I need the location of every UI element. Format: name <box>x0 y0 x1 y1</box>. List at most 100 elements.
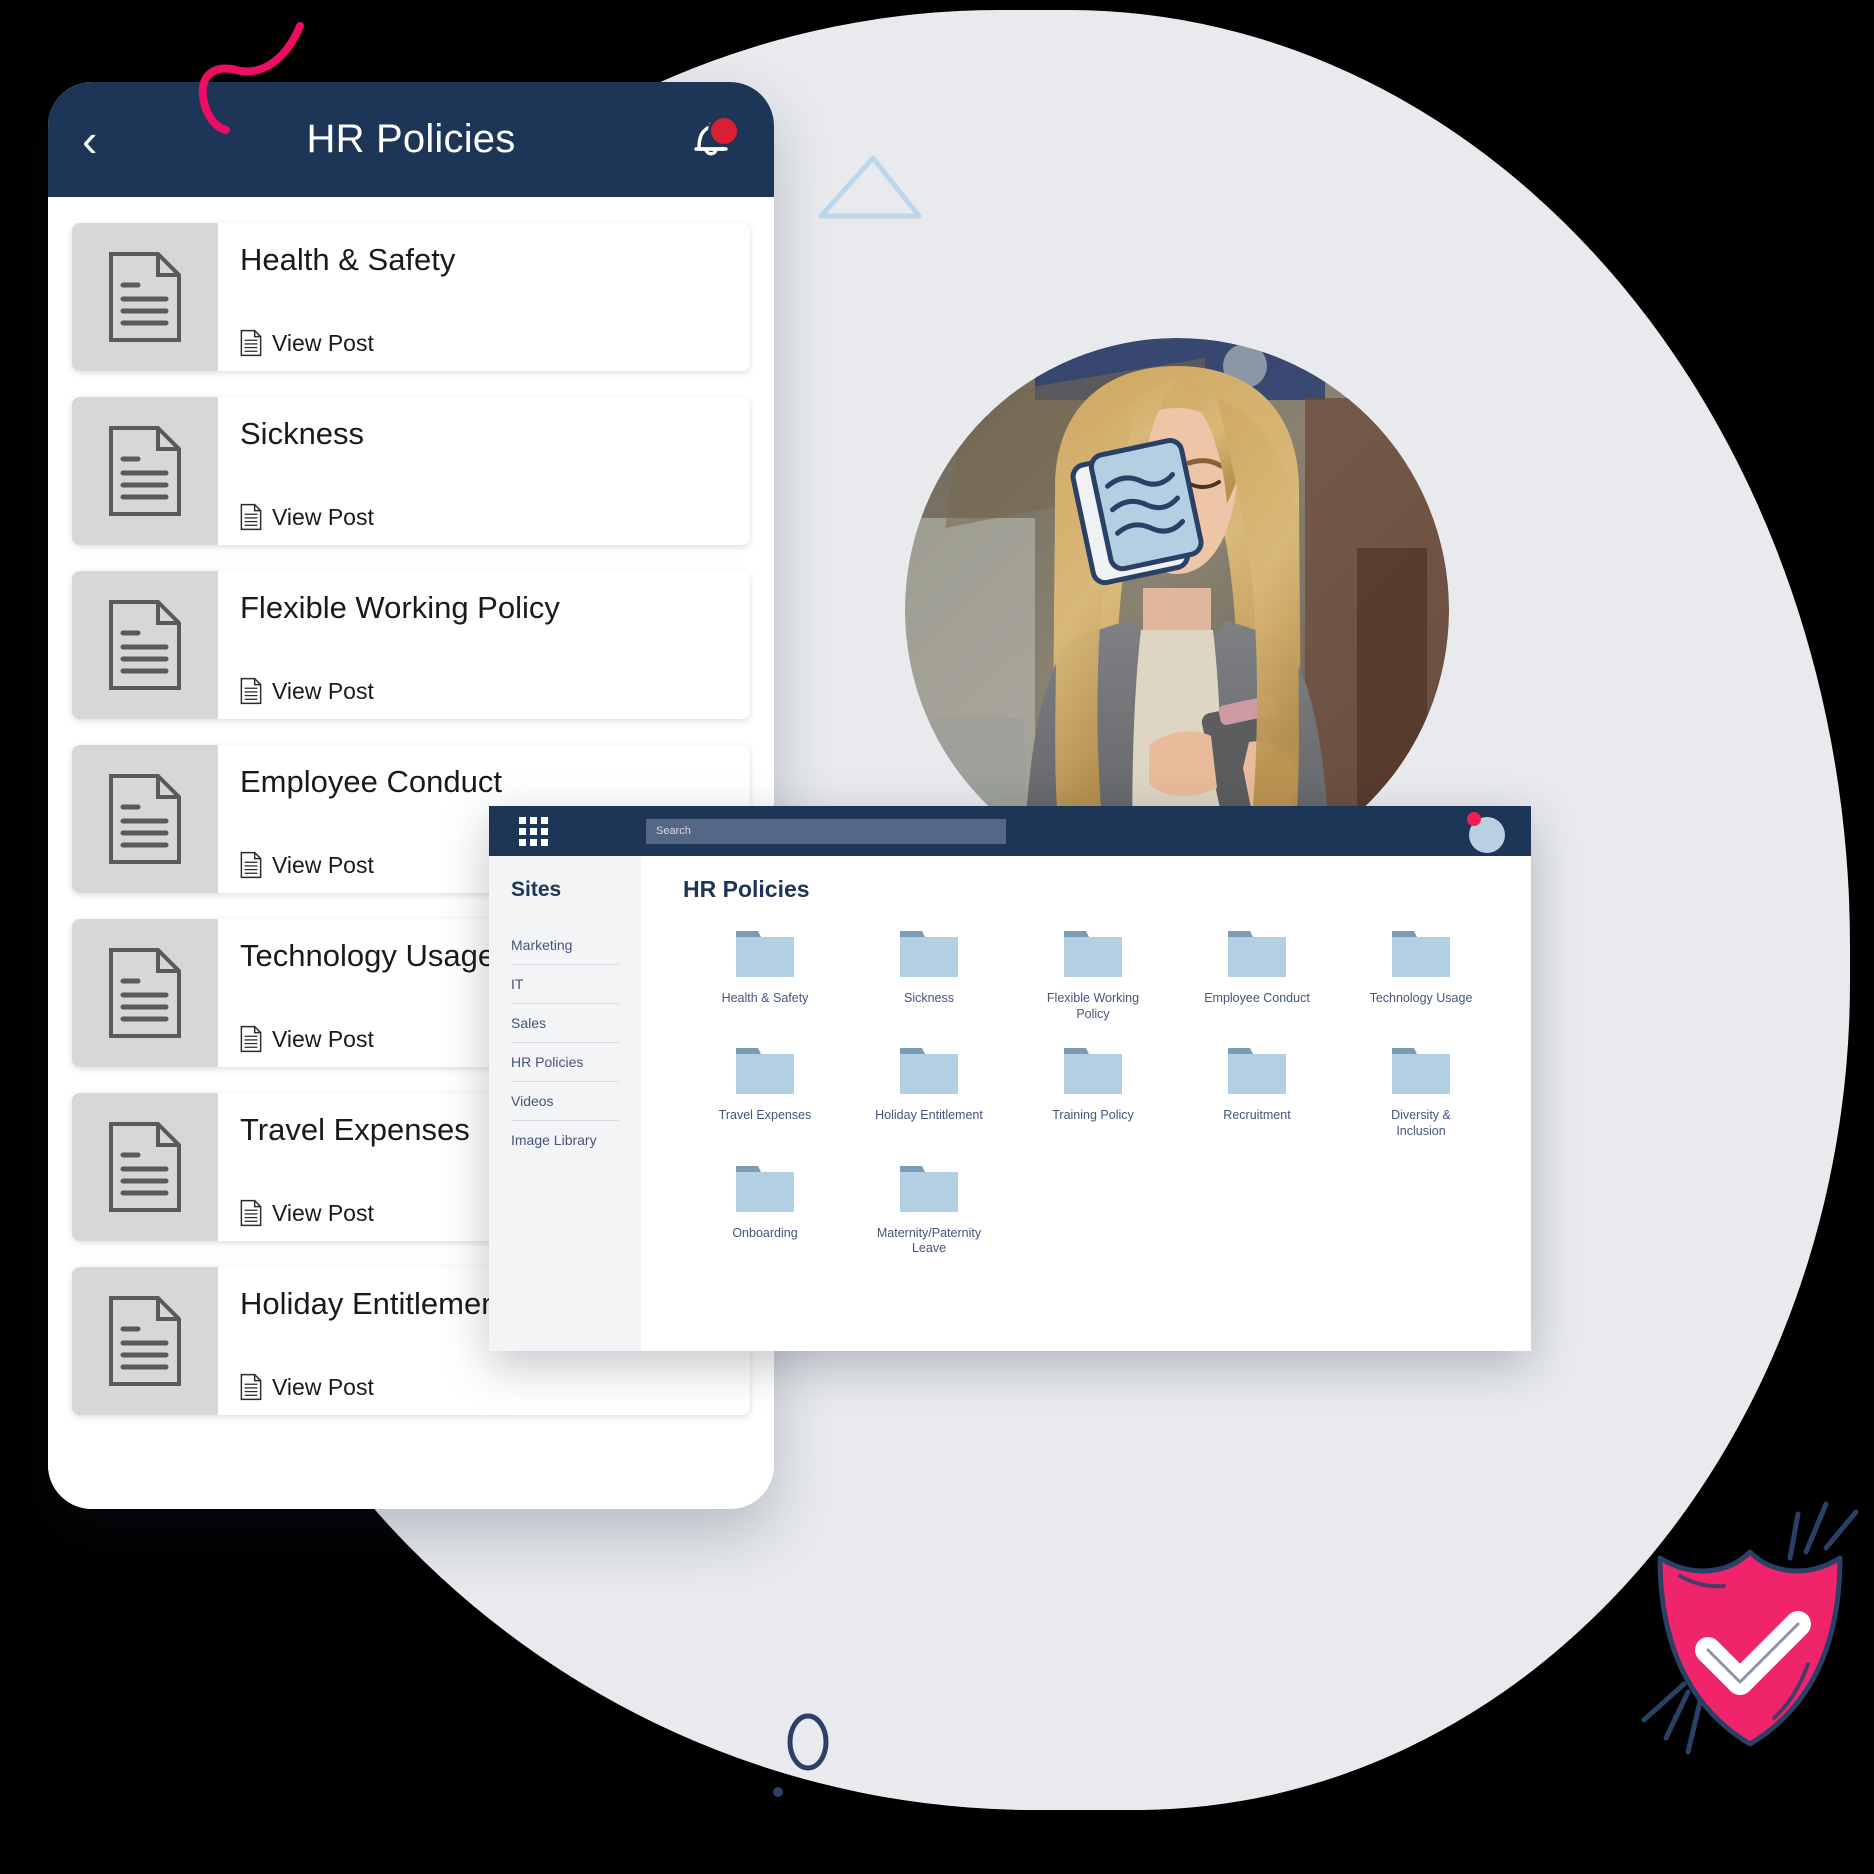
view-post-label: View Post <box>272 1025 374 1052</box>
policy-card[interactable]: Sickness View Post <box>72 397 750 545</box>
folder-label: Flexible Working Policy <box>1046 991 1140 1021</box>
folder-label: Technology Usage <box>1369 991 1473 1005</box>
chevron-left-icon[interactable]: ‹ <box>82 117 128 163</box>
folder-grid: Health & Safety Sickness Flexible Workin… <box>683 927 1503 1257</box>
tilted-document-icon <box>1070 438 1204 586</box>
policy-title: Flexible Working Policy <box>240 590 560 625</box>
sidebar-item-hr-policies[interactable]: HR Policies <box>511 1043 619 1082</box>
folder-icon <box>1392 931 1450 977</box>
policy-thumbnail <box>72 1093 218 1241</box>
folder-label: Maternity/Paternity Leave <box>876 1225 982 1256</box>
folder-label: Travel Expenses <box>718 1108 812 1123</box>
view-post-document-icon <box>240 1373 262 1401</box>
policy-card-body: Sickness View Post <box>218 397 750 545</box>
view-post-document-icon <box>240 1199 262 1227</box>
view-post-document-icon <box>240 503 262 531</box>
folder-label: Diversity & Inclusion <box>1391 1108 1451 1138</box>
folder-icon <box>900 1048 958 1095</box>
view-post-link[interactable]: View Post <box>240 503 728 531</box>
document-icon <box>109 1296 181 1386</box>
document-icon <box>109 600 181 690</box>
policy-thumbnail <box>72 571 218 719</box>
document-icon <box>109 774 181 864</box>
document-icon <box>109 252 181 342</box>
folder-item[interactable]: Health & Safety <box>683 927 847 1022</box>
folder-item[interactable]: Flexible Working Policy <box>1011 927 1175 1022</box>
folder-label: Holiday Entitlement <box>875 1108 983 1123</box>
folder-item[interactable]: Recruitment <box>1175 1044 1339 1139</box>
folder-label: Health & Safety <box>721 991 809 1005</box>
desktop-app-window: Sites MarketingITSalesHR PoliciesVideosI… <box>489 806 1531 1351</box>
outline-triangle-icon <box>818 155 922 219</box>
folder-item[interactable]: Employee Conduct <box>1175 927 1339 1022</box>
folder-item[interactable]: Training Policy <box>1011 1044 1175 1139</box>
sidebar-item-marketing[interactable]: Marketing <box>511 926 619 965</box>
policy-card-body: Health & Safety View Post <box>218 223 750 371</box>
policy-thumbnail <box>72 397 218 545</box>
page-background: ‹ HR Policies Health & Safety View Post … <box>0 0 1874 1874</box>
view-post-link[interactable]: View Post <box>240 1373 728 1401</box>
sidebar-item-sales[interactable]: Sales <box>511 1004 619 1043</box>
document-icon <box>109 948 181 1038</box>
sidebar-item-image-library[interactable]: Image Library <box>511 1121 619 1159</box>
folder-item[interactable]: Holiday Entitlement <box>847 1044 1011 1139</box>
folder-icon <box>1392 1048 1450 1095</box>
view-post-document-icon <box>240 677 262 705</box>
app-grid-icon[interactable] <box>519 816 548 846</box>
sidebar-item-list: Marketing IT Sales HR Policies Videos Image L… <box>511 926 619 1159</box>
policy-title: Health & Safety <box>240 242 456 277</box>
folder-item[interactable]: Onboarding <box>683 1162 847 1257</box>
folder-icon <box>1228 1048 1286 1095</box>
view-post-label: View Post <box>272 1199 374 1226</box>
folder-icon <box>900 1165 958 1212</box>
sidebar-title: Sites <box>511 878 562 901</box>
policy-card[interactable]: Health & Safety View Post <box>72 223 750 371</box>
avatar-notification-badge <box>1467 812 1481 826</box>
folder-item[interactable]: Diversity & Inclusion <box>1339 1044 1503 1139</box>
small-circle-doodle-icon <box>773 1713 829 1797</box>
view-post-link[interactable]: View Post <box>240 329 728 357</box>
policy-thumbnail <box>72 1267 218 1415</box>
notification-badge <box>708 114 740 147</box>
pink-squiggle-icon <box>198 22 304 134</box>
content-title: HR Policies <box>683 876 810 902</box>
avatar[interactable] <box>1465 811 1505 853</box>
policy-title: Employee Conduct <box>240 764 502 799</box>
view-post-document-icon <box>240 329 262 357</box>
document-icon <box>109 1122 181 1212</box>
view-post-label: View Post <box>272 851 374 878</box>
search-input[interactable] <box>646 818 1006 844</box>
folder-label: Employee Conduct <box>1204 991 1310 1005</box>
folder-item[interactable]: Technology Usage <box>1339 927 1503 1022</box>
folder-icon <box>736 931 794 977</box>
folder-icon <box>736 1165 794 1212</box>
folder-label: Recruitment <box>1223 1108 1291 1123</box>
folder-icon <box>1228 931 1286 977</box>
sidebar-item-videos[interactable]: Videos <box>511 1082 619 1121</box>
view-post-label: View Post <box>272 329 374 356</box>
shield-check-icon <box>1641 1501 1859 1755</box>
folder-icon <box>900 931 958 977</box>
folder-icon <box>736 1048 794 1095</box>
folder-icon <box>1064 931 1122 977</box>
view-post-document-icon <box>240 851 262 879</box>
view-post-link[interactable]: View Post <box>240 677 728 705</box>
folder-item[interactable]: Maternity/Paternity Leave <box>847 1162 1011 1257</box>
policy-thumbnail <box>72 919 218 1067</box>
woman-using-phone-photo <box>905 338 1449 882</box>
folder-content-area: HR Policies Health & Safety Sickness Fle… <box>641 856 1531 1351</box>
policy-card[interactable]: Flexible Working Policy View Post <box>72 571 750 719</box>
photo-illustration <box>905 338 1449 882</box>
folder-label: Training Policy <box>1052 1108 1134 1123</box>
notification-bell-icon[interactable] <box>682 111 740 169</box>
folder-label: Onboarding <box>732 1225 798 1240</box>
policy-card-body: Flexible Working Policy View Post <box>218 571 750 719</box>
desktop-body: Sites Marketing IT Sales HR Policies Videos I… <box>489 856 1531 1351</box>
view-post-label: View Post <box>272 503 374 530</box>
sidebar-item-it[interactable]: IT <box>511 965 619 1004</box>
document-icon <box>109 426 181 516</box>
folder-item[interactable]: Sickness <box>847 927 1011 1022</box>
sites-sidebar: Sites Marketing IT Sales HR Policies Videos I… <box>489 856 641 1351</box>
folder-item[interactable]: Travel Expenses <box>683 1044 847 1139</box>
folder-icon <box>1064 1048 1122 1095</box>
